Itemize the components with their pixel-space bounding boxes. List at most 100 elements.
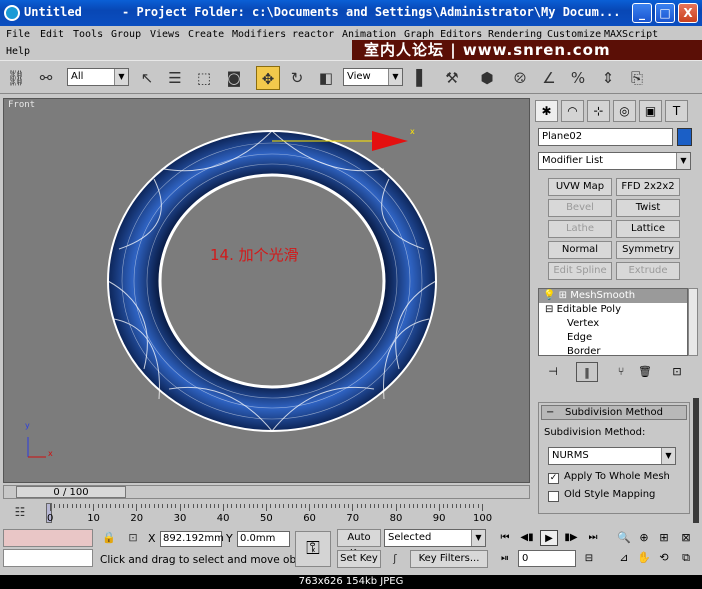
torus-object[interactable] <box>107 130 437 432</box>
pivot-center-icon[interactable]: ▌ <box>410 66 434 90</box>
create-tab-icon[interactable]: ✱ <box>535 100 558 122</box>
object-color-swatch[interactable] <box>677 128 692 146</box>
go-to-start-icon[interactable]: ⏮ <box>496 530 514 546</box>
close-button[interactable]: X <box>678 3 698 23</box>
uvw-map-button[interactable]: UVW Map <box>548 178 612 196</box>
utilities-tab-icon[interactable]: T <box>665 100 688 122</box>
subdivision-method-dropdown[interactable]: NURMS ▼ <box>548 447 676 465</box>
lock-selection-icon[interactable]: 🔒 <box>100 529 118 547</box>
show-end-result-icon[interactable]: ‖ <box>576 362 598 382</box>
angle-snap-icon[interactable]: ∠ <box>537 66 561 90</box>
menu-views[interactable]: Views <box>150 29 180 40</box>
menu-modifiers[interactable]: Modifiers <box>232 29 286 40</box>
menu-animation[interactable]: Animation <box>342 29 396 40</box>
reference-coordinate-dropdown[interactable]: View ▼ <box>343 68 403 86</box>
key-filters-button[interactable]: Key Filters... <box>410 550 488 568</box>
time-slider[interactable]: 0 / 100 <box>3 485 530 499</box>
absolute-mode-icon[interactable]: ⊡ <box>124 529 142 547</box>
time-slider-thumb[interactable]: 0 / 100 <box>16 486 126 498</box>
edit-spline-button[interactable]: Edit Spline <box>548 262 612 280</box>
zoom-extents-all-icon[interactable]: ⊠ <box>677 529 695 547</box>
maximize-viewport-icon[interactable]: ⧉ <box>677 549 695 567</box>
menu-group[interactable]: Group <box>111 29 141 40</box>
modify-tab-icon[interactable]: ◠ <box>561 100 584 122</box>
stack-item-border[interactable]: Border <box>539 345 687 355</box>
make-unique-icon[interactable]: ⑂ <box>610 362 632 382</box>
panel-scrollbar[interactable] <box>693 398 699 523</box>
motion-tab-icon[interactable]: ◎ <box>613 100 636 122</box>
pan-view-icon[interactable]: ✋ <box>635 549 653 567</box>
next-frame-icon[interactable]: ▮▶ <box>562 530 580 546</box>
window-crossing-icon[interactable]: ◙ <box>222 66 246 90</box>
menu-graph-editors[interactable]: Graph Editors <box>404 29 482 40</box>
remove-modifier-icon[interactable]: 🗑 <box>634 362 656 382</box>
object-name-field[interactable]: Plane02 <box>538 128 673 146</box>
pin-stack-icon[interactable]: ⊣ <box>542 362 564 382</box>
maxscript-listener-mini[interactable] <box>3 529 93 547</box>
expand-icon[interactable]: ⊞ <box>559 290 567 301</box>
menu-create[interactable]: Create <box>188 29 224 40</box>
menu-maxscript[interactable]: MAXScript <box>604 29 658 40</box>
menu-rendering[interactable]: Rendering <box>488 29 542 40</box>
arc-rotate-icon[interactable]: ⟲ <box>655 549 673 567</box>
key-mode-toggle-icon[interactable]: ⏯ <box>496 551 514 567</box>
menu-help[interactable]: Help <box>6 46 30 57</box>
lathe-button[interactable]: Lathe <box>548 220 612 238</box>
configure-sets-icon[interactable]: ⊡ <box>666 362 688 382</box>
trackbar[interactable]: ☷ 0 10 20 30 40 50 60 70 80 90 100 <box>0 501 533 525</box>
stack-item-vertex[interactable]: Vertex <box>539 317 687 331</box>
x-coordinate-field[interactable]: 892.192mm <box>160 531 224 547</box>
display-tab-icon[interactable]: ▣ <box>639 100 662 122</box>
rectangular-selection-icon[interactable]: ⬚ <box>192 66 216 90</box>
bevel-button[interactable]: Bevel <box>548 199 612 217</box>
gizmo-arrow-icon[interactable] <box>372 131 408 151</box>
collapse-icon[interactable]: ⊟ <box>539 304 557 315</box>
minimize-button[interactable]: _ <box>632 3 652 23</box>
y-coordinate-field[interactable]: 0.0mm <box>237 531 290 547</box>
select-by-name-icon[interactable]: ☰ <box>163 66 187 90</box>
extrude-button[interactable]: Extrude <box>616 262 680 280</box>
bulb-icon[interactable]: 💡 <box>539 290 555 301</box>
old-style-mapping-checkbox[interactable] <box>548 491 559 502</box>
menu-tools[interactable]: Tools <box>73 29 103 40</box>
select-and-manipulate-icon[interactable]: ⚒ <box>440 66 464 90</box>
menu-file[interactable]: File <box>6 29 30 40</box>
menu-reactor[interactable]: reactor <box>292 29 334 40</box>
spinner-snap-icon[interactable]: ⇕ <box>596 66 620 90</box>
ffd-2x2x2-button[interactable]: FFD 2x2x2 <box>616 178 680 196</box>
go-to-end-icon[interactable]: ⏭ <box>584 530 602 546</box>
select-and-move-icon[interactable]: ✥ <box>256 66 280 90</box>
current-frame-field[interactable]: 0 <box>518 550 576 567</box>
apply-whole-mesh-checkbox[interactable]: ✓ <box>548 473 559 484</box>
zoom-all-icon[interactable]: ⊕ <box>635 529 653 547</box>
twist-button[interactable]: Twist <box>616 199 680 217</box>
maximize-button[interactable]: □ <box>655 3 675 23</box>
snaps-toggle-icon[interactable]: ⦼ <box>508 66 532 90</box>
auto-key-button[interactable]: Auto Key <box>337 529 381 559</box>
zoom-icon[interactable]: 🔍 <box>615 529 633 547</box>
stack-scrollbar[interactable] <box>688 288 698 356</box>
menu-edit[interactable]: Edit <box>40 29 64 40</box>
select-and-rotate-icon[interactable]: ↻ <box>285 66 309 90</box>
set-key-icon[interactable]: ⚿ <box>295 531 331 567</box>
key-mode-dropdown[interactable]: Selected ▼ <box>384 529 486 547</box>
stack-item-edge[interactable]: Edge <box>539 331 687 345</box>
open-mini-curve-editor-icon[interactable]: ☷ <box>8 501 32 523</box>
zoom-extents-icon[interactable]: ⊞ <box>655 529 673 547</box>
default-tangent-icon[interactable]: ʃ <box>385 550 405 568</box>
stack-item-meshsmooth[interactable]: 💡 ⊞ MeshSmooth <box>539 289 687 303</box>
lattice-button[interactable]: Lattice <box>616 220 680 238</box>
time-config-icon[interactable]: ⊟ <box>580 551 598 567</box>
symmetry-button[interactable]: Symmetry <box>616 241 680 259</box>
unlink-icon[interactable]: ⚯ <box>34 66 58 90</box>
select-object-icon[interactable]: ↖ <box>135 66 159 90</box>
3dsmax-app-icon[interactable] <box>4 5 20 21</box>
rollout-header[interactable]: − Subdivision Method <box>541 405 687 420</box>
keyboard-shortcut-icon[interactable]: ⬢ <box>475 66 499 90</box>
normal-button[interactable]: Normal <box>548 241 612 259</box>
select-and-link-icon[interactable]: ⛓ <box>4 66 28 90</box>
edit-named-selection-icon[interactable]: ⎘ <box>625 66 649 90</box>
percent-snap-icon[interactable]: % <box>566 66 590 90</box>
front-viewport[interactable]: Front 14. 加个光滑 x y x <box>3 98 530 483</box>
menu-customize[interactable]: Customize <box>547 29 601 40</box>
